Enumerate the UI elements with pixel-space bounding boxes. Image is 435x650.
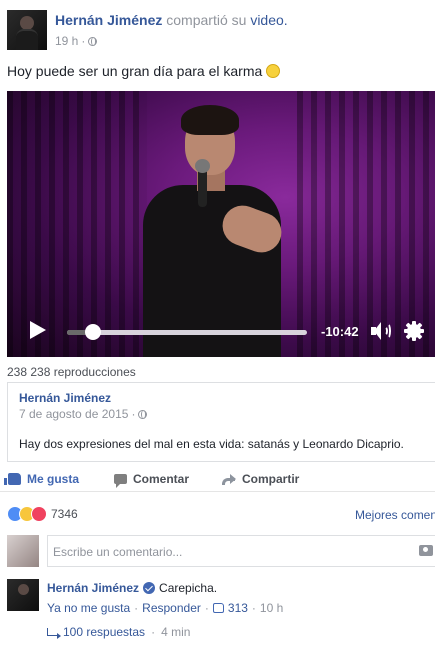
like-label: Me gusta	[27, 472, 80, 486]
shared-label: compartió su	[166, 12, 247, 28]
meta-separator: ·	[81, 34, 86, 48]
comment-body: Hernán Jiménez Carepicha.	[47, 581, 217, 595]
view-replies[interactable]: 100 respuestas · 4 min	[47, 625, 190, 639]
post-meta: 19 h ·	[55, 34, 98, 48]
reaction-count: 7346	[51, 507, 78, 521]
settings-gear-icon[interactable]	[404, 321, 424, 341]
comment-text: Carepicha.	[159, 581, 218, 595]
view-count: 238 238 reproducciones	[7, 365, 136, 379]
dot-separator: ·	[151, 625, 156, 639]
viewer-avatar	[7, 535, 39, 567]
comment-composer: Escribe un comentario...	[7, 535, 435, 567]
video-controls: -10:42	[7, 307, 435, 357]
thumbs-up-icon	[4, 473, 21, 485]
video-player[interactable]: -10:42	[7, 91, 435, 357]
progress-knob[interactable]	[85, 324, 102, 340]
comment-like-count[interactable]: 313	[228, 601, 248, 615]
share-label: Compartir	[242, 472, 300, 486]
comment-input[interactable]: Escribe un comentario...	[47, 535, 435, 567]
play-button[interactable]	[30, 321, 46, 339]
shared-post-author[interactable]: Hernán Jiménez	[19, 391, 111, 405]
smiley-icon	[266, 64, 281, 78]
verified-badge-icon	[143, 582, 156, 594]
shared-post-text: Hay dos expresiones del mal en esta vida…	[19, 437, 404, 451]
globe-icon	[88, 36, 98, 46]
love-reaction-icon	[31, 506, 47, 522]
time-remaining: -10:42	[321, 324, 359, 339]
replies-count[interactable]: 100 respuestas	[63, 625, 145, 639]
comment-bubble-icon	[114, 474, 127, 488]
best-comments-filter[interactable]: Mejores comentarios	[355, 508, 435, 522]
camera-icon[interactable]	[419, 545, 433, 556]
author-name-link[interactable]: Hernán Jiménez	[55, 12, 162, 28]
share-button[interactable]: Compartir	[222, 472, 299, 486]
comment-actions: Ya no me gusta · Responder · 313 · 10 h	[47, 601, 283, 615]
author-avatar[interactable]	[7, 10, 47, 50]
share-arrow-icon	[222, 474, 236, 485]
comment-timestamp[interactable]: 10 h	[260, 601, 283, 615]
commenter-avatar[interactable]	[7, 579, 39, 611]
microphone	[195, 159, 210, 207]
unlike-link[interactable]: Ya no me gusta	[47, 601, 130, 615]
post-timestamp[interactable]: 19 h	[55, 34, 78, 48]
post-action-bar: Me gusta Comentar Compartir	[0, 470, 435, 492]
video-link[interactable]: video.	[250, 12, 287, 28]
comment-button[interactable]: Comentar	[114, 472, 190, 488]
dot-separator: ·	[251, 601, 256, 615]
dot-separator: ·	[204, 601, 209, 615]
replies-time: 4 min	[161, 625, 191, 639]
globe-icon	[138, 409, 148, 419]
comment-label: Comentar	[133, 472, 190, 486]
reply-arrow-icon	[47, 628, 61, 639]
post-header: Hernán Jiménez compartió su video. 19 h …	[7, 10, 435, 52]
meta-separator: ·	[131, 407, 136, 421]
dot-separator: ·	[134, 601, 139, 615]
like-button[interactable]: Me gusta	[4, 472, 80, 486]
post-text-content: Hoy puede ser un gran día para el karma	[7, 63, 263, 79]
post-text: Hoy puede ser un gran día para el karma	[7, 63, 281, 79]
commenter-name[interactable]: Hernán Jiménez	[47, 581, 139, 595]
performer-hair	[181, 105, 239, 135]
shared-post-card[interactable]: Hernán Jiménez 7 de agosto de 2015 · Hay…	[7, 382, 435, 462]
shared-post-date[interactable]: 7 de agosto de 2015	[19, 407, 128, 421]
volume-icon[interactable]	[371, 322, 391, 340]
progress-bar[interactable]	[67, 324, 307, 340]
comment-item: Hernán Jiménez Carepicha. Ya no me gusta…	[7, 579, 435, 645]
post-title: Hernán Jiménez compartió su video.	[55, 12, 288, 28]
shared-post-meta: 7 de agosto de 2015 ·	[19, 407, 148, 421]
reactions-summary[interactable]: 7346	[7, 505, 78, 523]
thumbs-up-icon	[212, 603, 224, 613]
reply-link[interactable]: Responder	[142, 601, 201, 615]
